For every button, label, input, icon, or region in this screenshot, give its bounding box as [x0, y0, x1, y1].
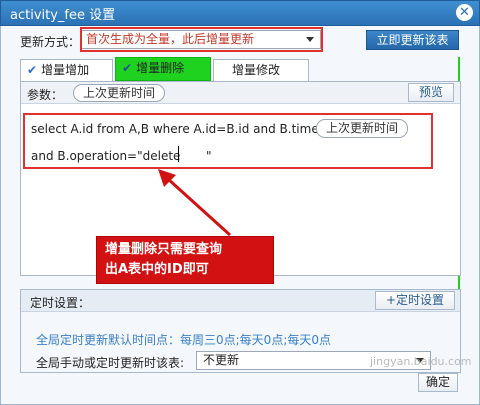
update-now-button[interactable]: 立即更新该表: [366, 30, 459, 50]
manual-update-label: 全局手动或定时更新时该表:: [36, 356, 185, 370]
close-icon[interactable]: ✕: [456, 4, 473, 21]
highlight-box-update-mode: [80, 27, 323, 52]
schedule-label: 定时设置：: [30, 296, 91, 310]
add-schedule-button[interactable]: +定时设置: [375, 291, 455, 310]
tab-label: 增量删除: [136, 61, 185, 75]
default-schedule-info: 全局定时更新默认时间点：每周三0点;每天0点;每天0点: [36, 333, 331, 347]
annotation-line-1: 增量删除只需要查询: [105, 242, 223, 257]
preview-button[interactable]: 预览: [408, 83, 454, 102]
tab-incremental-add[interactable]: ✔ 增量增加: [20, 59, 113, 81]
watermark: jingyan.baidu.com: [370, 355, 472, 368]
annotation-line-2: 出A表中的ID即可: [105, 262, 209, 277]
ok-button[interactable]: 确定: [418, 373, 458, 392]
arrow-icon: [158, 169, 232, 237]
tab-label: 增量修改: [232, 63, 281, 77]
manual-update-value: 不更新: [203, 353, 240, 367]
params-label: 参数：: [27, 88, 64, 102]
check-icon: ✔: [122, 61, 133, 75]
update-mode-label: 更新方式：: [20, 35, 81, 49]
check-icon: ✔: [27, 63, 38, 77]
annotation-callout: 增量删除只需要查询 出A表中的ID即可: [96, 236, 274, 284]
tab-incremental-modify[interactable]: 增量修改: [213, 59, 309, 81]
window-title: activity_fee 设置: [10, 8, 116, 23]
tab-incremental-delete[interactable]: ✔ 增量删除: [115, 57, 211, 81]
highlight-box-sql: [23, 113, 433, 169]
tab-label: 增量增加: [41, 63, 90, 77]
param-last-update-pill[interactable]: 上次更新时间: [73, 84, 165, 102]
